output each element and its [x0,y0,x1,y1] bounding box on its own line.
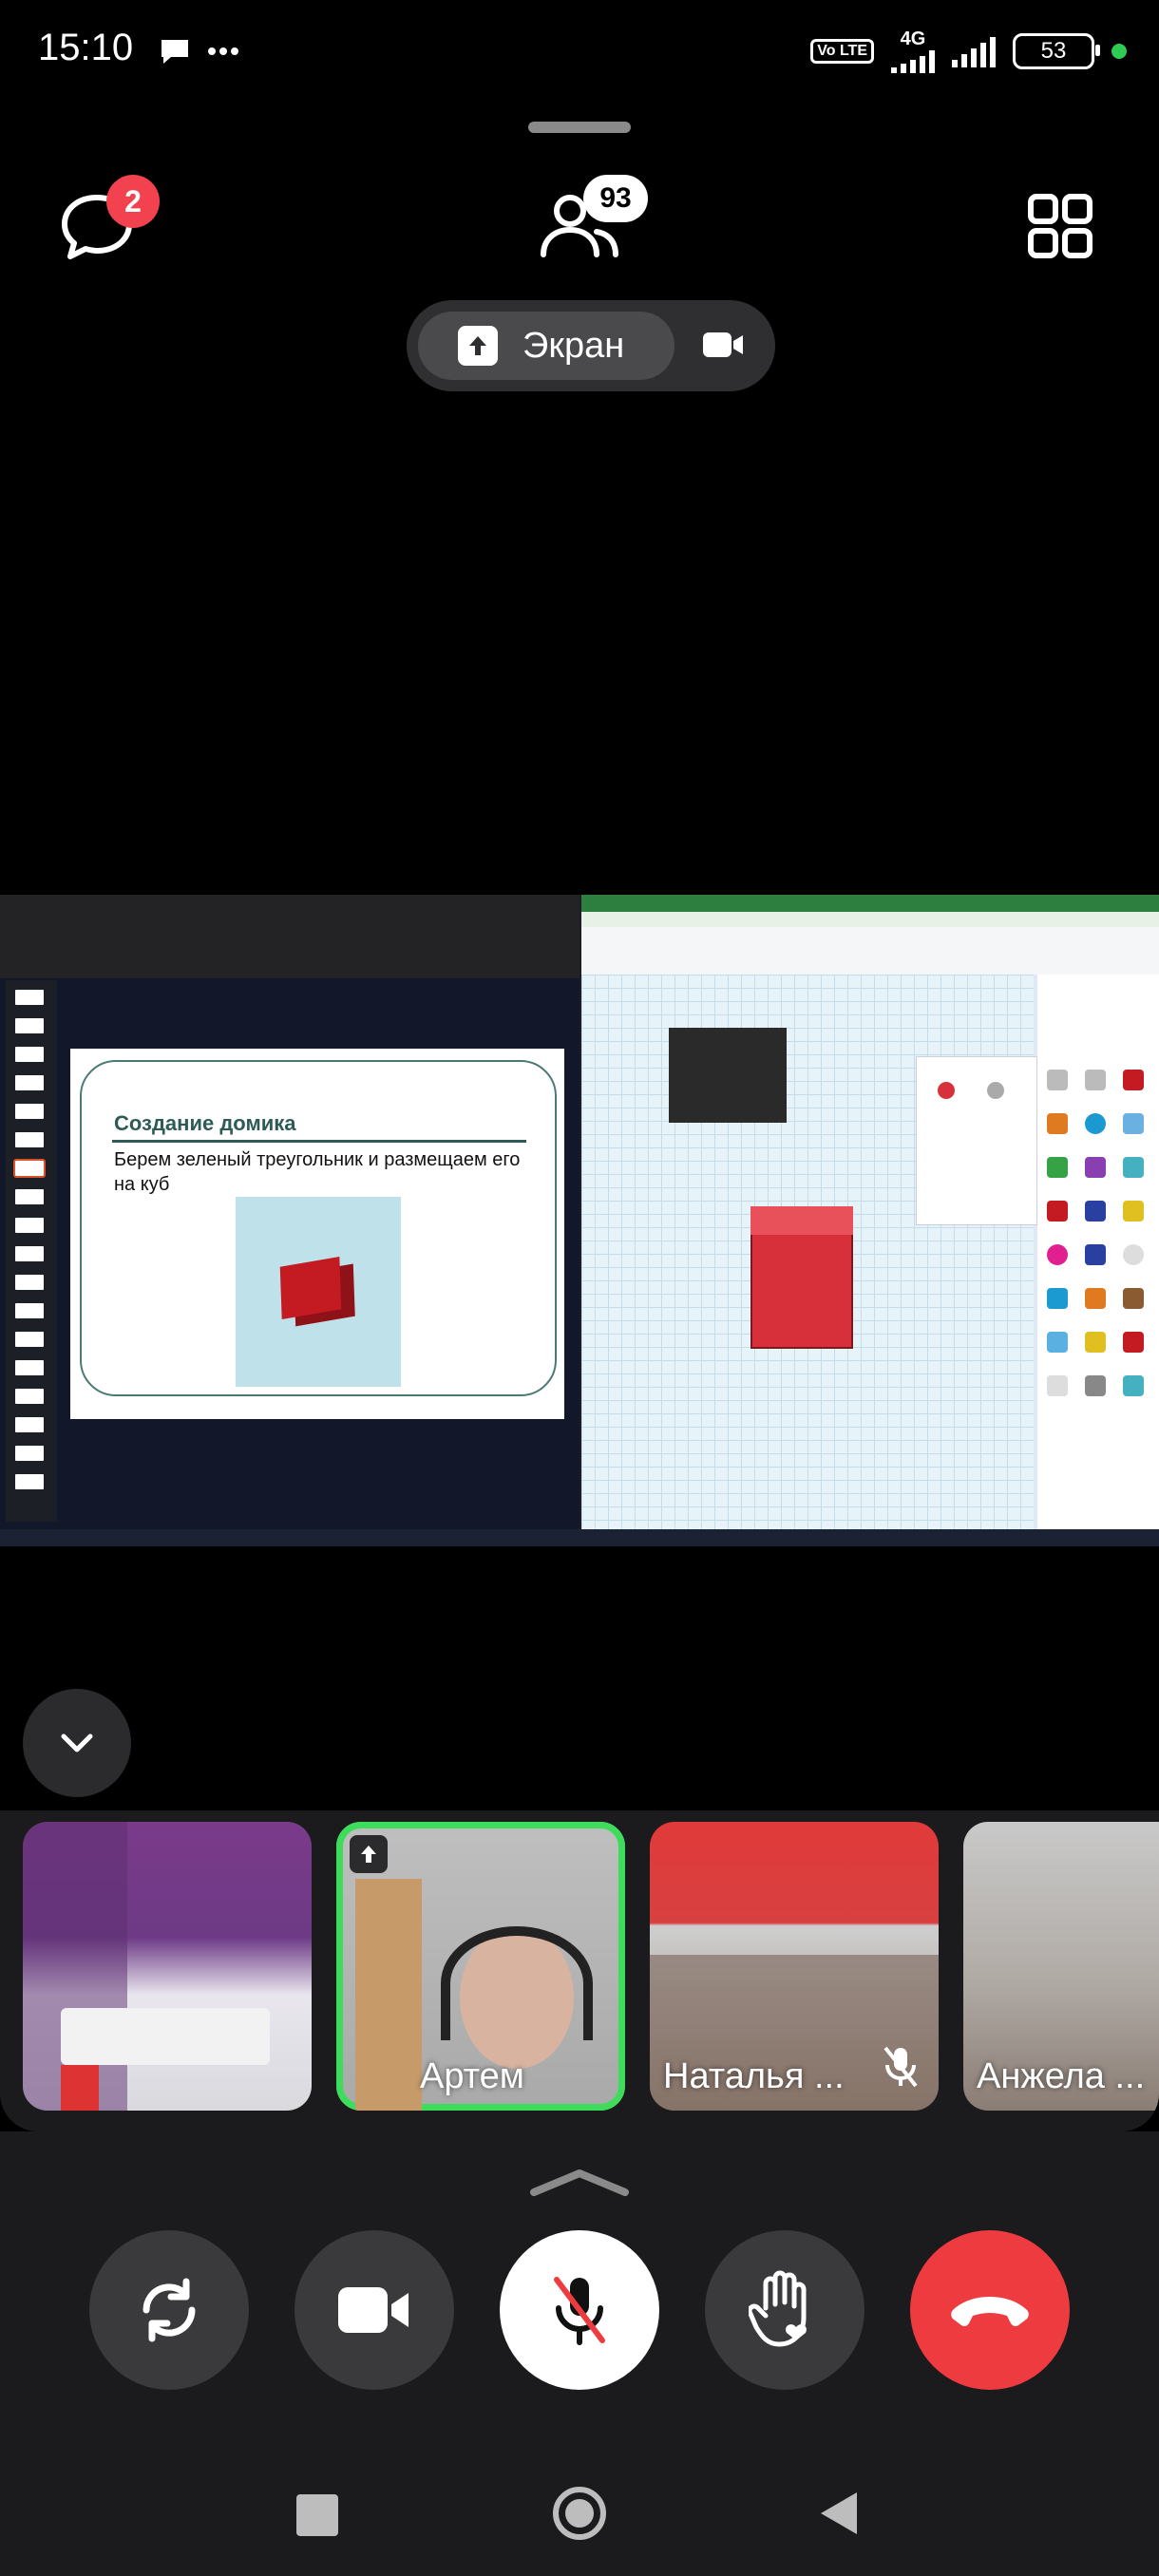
upload-icon [458,326,498,366]
participant-tile[interactable]: Анжела ... [963,1822,1159,2111]
participant-name: Анжела ... [977,2056,1146,2096]
tinkercad-toolbar [581,927,1159,975]
system-navigation-bar [0,2447,1159,2576]
shapes-library [1037,975,1159,1529]
screen-share-toggle: Экран [407,300,775,391]
collapse-participants-button[interactable] [23,1689,131,1797]
recent-apps-button[interactable] [296,2494,338,2536]
red-cube-image [279,1257,342,1319]
participants-strip: Артем Наталья ... Анжела ... [0,1810,1159,2131]
grid-icon [1028,194,1092,258]
slide-thumbnails [6,980,57,1522]
privacy-indicator-icon [1112,43,1127,59]
signal-icon-2 [952,35,996,67]
screen-share-button[interactable]: Экран [418,312,674,380]
hang-up-icon [951,2297,1029,2327]
participant-tile[interactable] [23,1822,312,2111]
microphone-toggle-button[interactable] [500,2230,659,2390]
raise-hand-icon [749,2270,807,2347]
browser-tabs [581,895,1159,912]
microphone-muted-icon [882,2044,920,2094]
participants-badge: 93 [583,175,648,222]
battery-icon: 53 [1013,32,1100,69]
tinkercad-window [581,895,1159,1529]
video-camera-icon [703,332,743,357]
chevron-up-icon [530,2169,629,2196]
home-button[interactable] [551,2485,608,2547]
layout-grid-button[interactable] [1028,194,1092,263]
shape-properties-panel [916,1056,1037,1225]
chat-badge: 2 [106,175,160,228]
switch-camera-button[interactable] [89,2230,249,2390]
screen-sharing-icon [350,1835,388,1873]
slide-text: Берем зеленый треугольник и размещаем ег… [114,1149,521,1195]
camera-toggle-button[interactable] [294,2230,454,2390]
end-call-button[interactable] [910,2230,1070,2390]
participant-name: Наталья ... [663,2056,845,2096]
video-overlay [669,1028,787,1123]
slide-divider [112,1140,526,1143]
participant-name: Артем [420,2056,524,2096]
slide-title: Создание домика [114,1111,296,1135]
expand-controls-handle[interactable] [528,2168,631,2201]
more-notifications-icon [207,44,239,61]
status-time: 15:10 [38,27,134,68]
volte-icon: Vo LTE [810,38,874,64]
message-notification-icon [158,36,192,71]
battery-level: 53 [1040,37,1067,64]
raise-hand-button[interactable] [705,2230,864,2390]
signal-icon [891,50,935,73]
windows-taskbar [0,1529,1159,1546]
chevron-down-icon [61,1733,93,1752]
video-camera-icon [338,2287,408,2333]
drag-handle[interactable] [528,122,631,133]
participant-tile[interactable]: Наталья ... [650,1822,939,2111]
workplane-grid [581,975,1037,1529]
powerpoint-window: Создание домика Берем зеленый треугольни… [0,895,580,1529]
home-icon [553,2487,606,2540]
network-type: 4G [900,28,926,49]
rotate-camera-icon [142,2278,196,2342]
screen-share-label: Экран [522,325,625,366]
back-icon [821,2492,857,2534]
ribbon [0,895,580,978]
participant-tile-active[interactable]: Артем [336,1822,625,2111]
camera-mode-button[interactable] [701,329,745,366]
browser-address-bar [581,912,1159,927]
3d-cube-top [750,1206,853,1235]
current-slide: Создание домика Берем зеленый треугольни… [70,1049,564,1419]
microphone-muted-icon [554,2277,605,2345]
shared-screen[interactable]: Создание домика Берем зеленый треугольни… [0,895,1159,1546]
slide-image [236,1197,401,1387]
back-button[interactable] [817,2489,861,2543]
